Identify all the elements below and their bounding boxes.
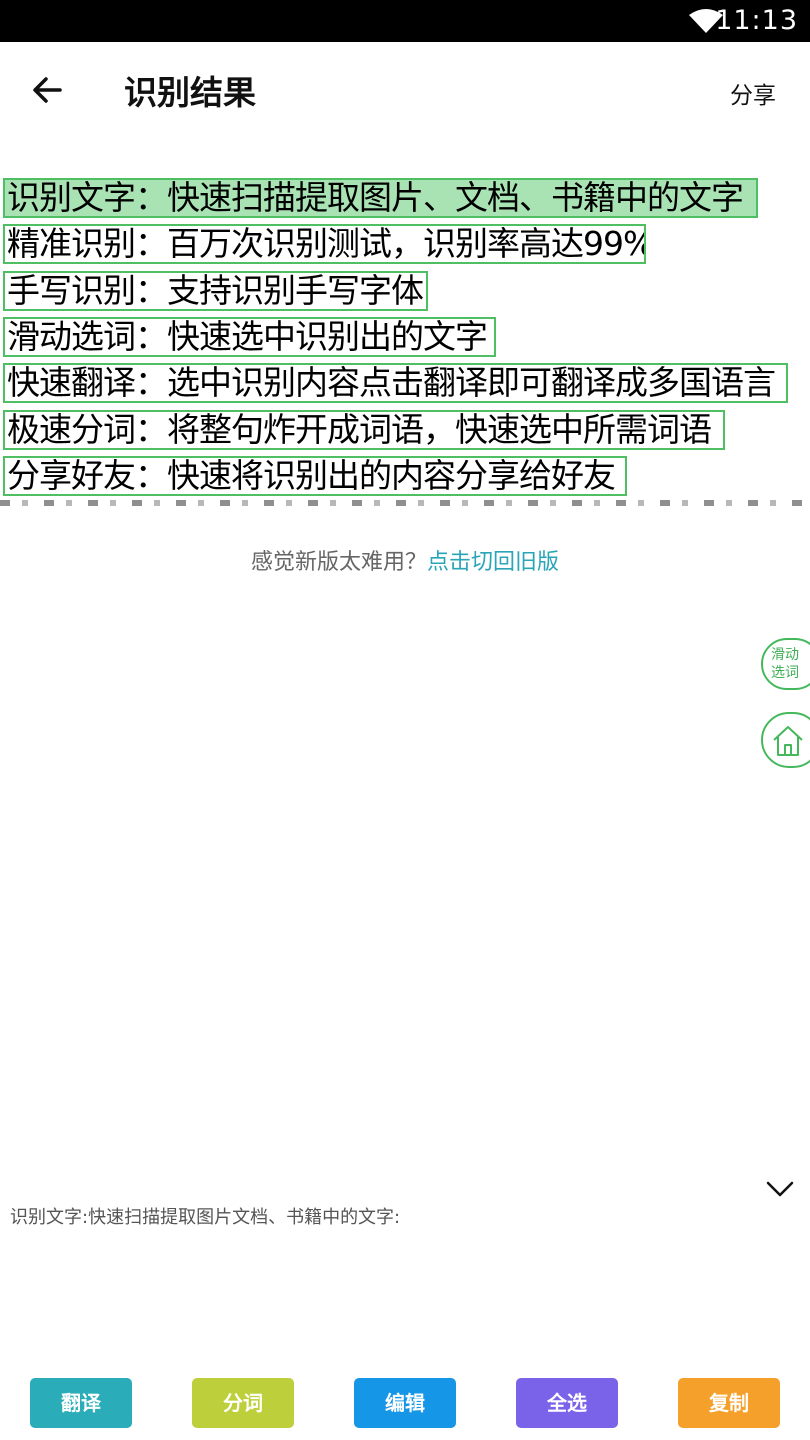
slide-select-words-button[interactable]: 滑动 选词 <box>761 638 810 690</box>
ocr-line-text: 手写识别：支持识别手写字体 <box>7 271 424 310</box>
translate-button[interactable]: 翻译 <box>30 1378 132 1428</box>
switch-to-old-version-link[interactable]: 点击切回旧版 <box>427 550 559 575</box>
edit-button[interactable]: 编辑 <box>354 1378 456 1428</box>
slide-select-label-line2: 选词 <box>771 665 799 681</box>
segment-words-button[interactable]: 分词 <box>192 1378 294 1428</box>
home-icon <box>773 726 803 756</box>
slide-select-label: 滑动 选词 <box>771 646 799 682</box>
slide-select-label-line1: 滑动 <box>771 647 799 663</box>
select-all-button[interactable]: 全选 <box>516 1378 618 1428</box>
ocr-line-5[interactable]: 快速翻译：选中识别内容点击翻译即可翻译成多国语言 <box>3 363 788 403</box>
ocr-line-1[interactable]: 识别文字：快速扫描提取图片、文档、书籍中的文字 <box>3 178 758 218</box>
share-button[interactable]: 分享 <box>730 76 776 110</box>
page-title: 识别结果 <box>124 73 256 112</box>
switch-version-hint: 感觉新版太难用？点击切回旧版 <box>0 544 810 576</box>
copy-button[interactable]: 复制 <box>678 1378 780 1428</box>
status-bar: 11:13 <box>0 0 810 42</box>
ocr-line-text: 精准识别：百万次识别测试，识别率高达99% <box>7 224 646 263</box>
recognized-text[interactable]: 识别文字:快速扫描提取图片文档、书籍中的文字: <box>10 1203 400 1229</box>
back-arrow-icon[interactable] <box>26 68 70 112</box>
app-bar: 识别结果 分享 <box>0 42 810 138</box>
ocr-line-3[interactable]: 手写识别：支持识别手写字体 <box>3 271 428 311</box>
ocr-line-7[interactable]: 分享好友：快速将识别出的内容分享给好友 <box>3 456 627 496</box>
chevron-down-icon[interactable] <box>765 1178 795 1200</box>
hint-text: 感觉新版太难用？ <box>250 550 427 575</box>
ocr-line-4[interactable]: 滑动选词：快速选中识别出的文字 <box>3 317 496 357</box>
ocr-image: 识别文字：快速扫描提取图片、文档、书籍中的文字 精准识别：百万次识别测试，识别率… <box>0 138 810 506</box>
ocr-line-text: 极速分词：将整句炸开成词语，快速选中所需词语 <box>7 410 712 449</box>
home-button[interactable] <box>761 712 810 768</box>
ocr-line-2[interactable]: 精准识别：百万次识别测试，识别率高达99% <box>3 224 646 264</box>
cut-off-text-row <box>0 500 810 506</box>
ocr-line-6[interactable]: 极速分词：将整句炸开成词语，快速选中所需词语 <box>3 410 725 450</box>
ocr-line-text: 滑动选词：快速选中识别出的文字 <box>7 317 488 356</box>
ocr-line-text: 识别文字：快速扫描提取图片、文档、书籍中的文字 <box>7 178 744 217</box>
ocr-line-text: 分享好友：快速将识别出的内容分享给好友 <box>7 456 616 495</box>
status-time: 11:13 <box>715 5 798 36</box>
ocr-line-text: 快速翻译：选中识别内容点击翻译即可翻译成多国语言 <box>7 363 776 402</box>
